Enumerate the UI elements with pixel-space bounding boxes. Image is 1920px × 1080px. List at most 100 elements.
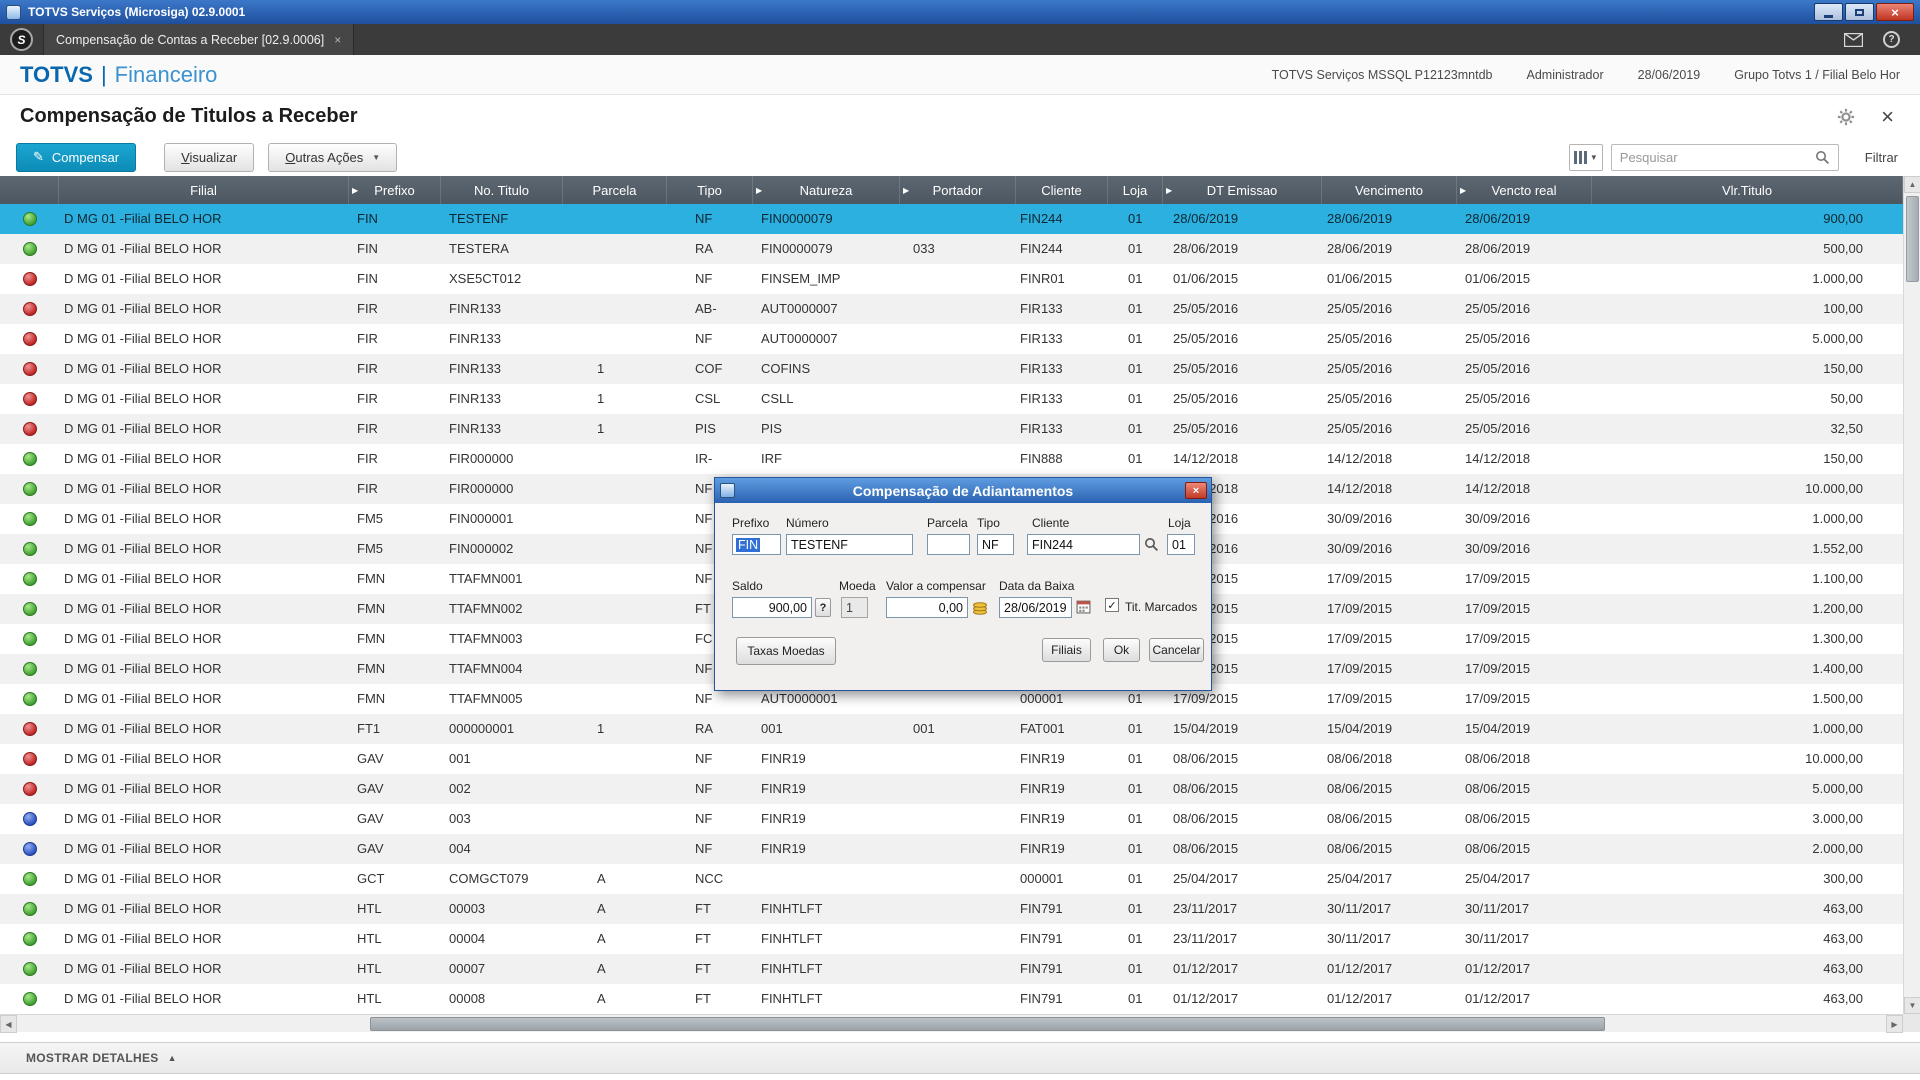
cliente-lookup-icon[interactable] bbox=[1144, 537, 1159, 552]
cell-filial: D MG 01 -Filial BELO HOR bbox=[59, 384, 349, 414]
cell-vencimento: 08/06/2018 bbox=[1322, 744, 1457, 774]
search-input[interactable] bbox=[1620, 150, 1815, 165]
scroll-right-button[interactable]: ▶ bbox=[1886, 1015, 1903, 1033]
mail-icon[interactable] bbox=[1844, 33, 1863, 47]
column-header-loja[interactable]: Loja bbox=[1108, 176, 1163, 204]
search-icon[interactable] bbox=[1815, 150, 1830, 165]
table-row[interactable]: D MG 01 -Filial BELO HORFINTESTERARAFIN0… bbox=[0, 234, 1903, 264]
table-row[interactable]: D MG 01 -Filial BELO HORFIRFINR1331PISPI… bbox=[0, 414, 1903, 444]
minimize-button[interactable] bbox=[1814, 3, 1843, 21]
prefixo-field[interactable]: FIN bbox=[732, 534, 781, 555]
table-row[interactable]: D MG 01 -Filial BELO HORFIRFINR133NFAUT0… bbox=[0, 324, 1903, 354]
column-config-button[interactable]: ▼ bbox=[1569, 144, 1603, 171]
status-green-icon bbox=[23, 632, 37, 646]
column-header-valor[interactable]: Vlr.Titulo bbox=[1592, 176, 1903, 204]
page-close-icon[interactable]: × bbox=[1881, 106, 1894, 128]
outras-acoes-button[interactable]: Outras Ações ▼ bbox=[268, 143, 397, 172]
scroll-left-button[interactable]: ◀ bbox=[0, 1015, 17, 1033]
cell-vencimento: 17/09/2015 bbox=[1322, 594, 1457, 624]
calendar-icon[interactable] bbox=[1076, 599, 1091, 614]
loja-field[interactable] bbox=[1167, 534, 1195, 555]
taxas-moedas-button[interactable]: Taxas Moedas bbox=[736, 637, 836, 665]
column-header-portador[interactable]: ▶Portador bbox=[900, 176, 1016, 204]
filtrar-link[interactable]: Filtrar bbox=[1865, 150, 1898, 165]
visualizar-button[interactable]: Visualizar bbox=[164, 143, 254, 172]
table-row[interactable]: D MG 01 -Filial BELO HORGCTCOMGCT079ANCC… bbox=[0, 864, 1903, 894]
column-header-cliente[interactable]: Cliente bbox=[1016, 176, 1108, 204]
column-sort-arrow-icon[interactable]: ▶ bbox=[1460, 186, 1466, 195]
help-icon[interactable]: ? bbox=[1883, 31, 1900, 48]
dialog-close-button[interactable]: × bbox=[1185, 482, 1207, 499]
table-row[interactable]: D MG 01 -Filial BELO HORFIRFINR133AB-AUT… bbox=[0, 294, 1903, 324]
mostrar-detalhes-bar[interactable]: MOSTRAR DETALHES ▲ bbox=[0, 1042, 1920, 1074]
table-row[interactable]: D MG 01 -Filial BELO HORHTL00003AFTFINHT… bbox=[0, 894, 1903, 924]
table-row[interactable]: D MG 01 -Filial BELO HORGAV002NFFINR19FI… bbox=[0, 774, 1903, 804]
cell-portador bbox=[900, 954, 1016, 984]
table-row[interactable]: D MG 01 -Filial BELO HORFIRFINR1331CSLCS… bbox=[0, 384, 1903, 414]
table-row[interactable]: D MG 01 -Filial BELO HORFT10000000011RA0… bbox=[0, 714, 1903, 744]
horizontal-scrollbar[interactable]: ◀ ▶ bbox=[0, 1014, 1903, 1032]
table-row[interactable]: D MG 01 -Filial BELO HORFIRFIR000000IR-I… bbox=[0, 444, 1903, 474]
grid-header: Filial▶PrefixoNo. TituloParcelaTipo▶Natu… bbox=[0, 176, 1903, 204]
table-row[interactable]: D MG 01 -Filial BELO HORFIRFINR1331COFCO… bbox=[0, 354, 1903, 384]
window-titlebar: TOTVS Serviços (Microsiga) 02.9.0001 × bbox=[0, 0, 1920, 24]
valor-compensar-field[interactable] bbox=[886, 597, 968, 618]
table-row[interactable]: D MG 01 -Filial BELO HORFINTESTENFNFFIN0… bbox=[0, 204, 1903, 234]
vertical-scrollbar[interactable]: ▲ ▼ bbox=[1903, 176, 1920, 1014]
column-sort-arrow-icon[interactable]: ▶ bbox=[756, 186, 762, 195]
tab-close-icon[interactable]: × bbox=[334, 33, 341, 47]
column-sort-arrow-icon[interactable]: ▶ bbox=[903, 186, 909, 195]
tab-compensacao-contas-receber[interactable]: Compensação de Contas a Receber [02.9.00… bbox=[43, 24, 354, 55]
column-header-natureza[interactable]: ▶Natureza bbox=[753, 176, 900, 204]
table-row[interactable]: D MG 01 -Filial BELO HORFINXSE5CT012NFFI… bbox=[0, 264, 1903, 294]
table-row[interactable]: D MG 01 -Filial BELO HORHTL00004AFTFINHT… bbox=[0, 924, 1903, 954]
parcela-field[interactable] bbox=[927, 534, 970, 555]
status-cell bbox=[0, 474, 59, 504]
cell-natureza: FINHTLFT bbox=[753, 984, 900, 1014]
compensar-button[interactable]: ✎ Compensar bbox=[16, 143, 136, 172]
table-row[interactable]: D MG 01 -Filial BELO HORHTL00007AFTFINHT… bbox=[0, 954, 1903, 984]
column-header-vencto_real[interactable]: ▶Vencto real bbox=[1457, 176, 1592, 204]
money-coins-icon[interactable] bbox=[972, 600, 988, 615]
tipo-field[interactable] bbox=[977, 534, 1014, 555]
cancelar-button[interactable]: Cancelar bbox=[1149, 638, 1204, 662]
cell-loja: 01 bbox=[1108, 804, 1163, 834]
column-sort-arrow-icon[interactable]: ▶ bbox=[352, 186, 358, 195]
table-row[interactable]: D MG 01 -Filial BELO HORHTL00008AFTFINHT… bbox=[0, 984, 1903, 1014]
tabbar-right-icons: ? bbox=[1844, 31, 1910, 48]
maximize-button[interactable] bbox=[1845, 3, 1874, 21]
close-window-button[interactable]: × bbox=[1876, 3, 1914, 21]
cliente-field[interactable] bbox=[1027, 534, 1140, 555]
saldo-help-button[interactable]: ? bbox=[815, 598, 831, 617]
column-header-status[interactable] bbox=[0, 176, 59, 204]
numero-field[interactable] bbox=[786, 534, 913, 555]
saldo-field[interactable] bbox=[732, 597, 812, 618]
gear-icon[interactable] bbox=[1837, 108, 1855, 126]
user-name[interactable]: Administrador bbox=[1527, 68, 1604, 82]
scroll-down-button[interactable]: ▼ bbox=[1904, 997, 1920, 1014]
status-cell bbox=[0, 834, 59, 864]
column-header-tipo[interactable]: Tipo bbox=[667, 176, 753, 204]
column-header-titulo[interactable]: No. Titulo bbox=[441, 176, 563, 204]
column-header-emissao[interactable]: ▶DT Emissao bbox=[1163, 176, 1322, 204]
data-baixa-field[interactable] bbox=[999, 597, 1072, 618]
vertical-scroll-thumb[interactable] bbox=[1906, 196, 1919, 282]
scroll-up-button[interactable]: ▲ bbox=[1904, 176, 1920, 193]
table-row[interactable]: D MG 01 -Filial BELO HORGAV004NFFINR19FI… bbox=[0, 834, 1903, 864]
filiais-button[interactable]: Filiais bbox=[1042, 638, 1091, 662]
branch-name[interactable]: Grupo Totvs 1 / Filial Belo Hor bbox=[1734, 68, 1900, 82]
column-header-parcela[interactable]: Parcela bbox=[563, 176, 667, 204]
column-header-filial[interactable]: Filial bbox=[59, 176, 349, 204]
cell-vencto_real: 28/06/2019 bbox=[1457, 204, 1592, 234]
cell-prefixo: GAV bbox=[349, 744, 441, 774]
tit-marcados-checkbox[interactable]: ✓ bbox=[1105, 598, 1119, 612]
table-row[interactable]: D MG 01 -Filial BELO HORGAV001NFFINR19FI… bbox=[0, 744, 1903, 774]
cell-loja: 01 bbox=[1108, 204, 1163, 234]
column-header-prefixo[interactable]: ▶Prefixo bbox=[349, 176, 441, 204]
column-sort-arrow-icon[interactable]: ▶ bbox=[1166, 186, 1172, 195]
cell-parcela bbox=[563, 444, 667, 474]
horizontal-scroll-thumb[interactable] bbox=[370, 1017, 1605, 1031]
table-row[interactable]: D MG 01 -Filial BELO HORGAV003NFFINR19FI… bbox=[0, 804, 1903, 834]
ok-button[interactable]: Ok bbox=[1103, 638, 1140, 662]
column-header-vencimento[interactable]: Vencimento bbox=[1322, 176, 1457, 204]
